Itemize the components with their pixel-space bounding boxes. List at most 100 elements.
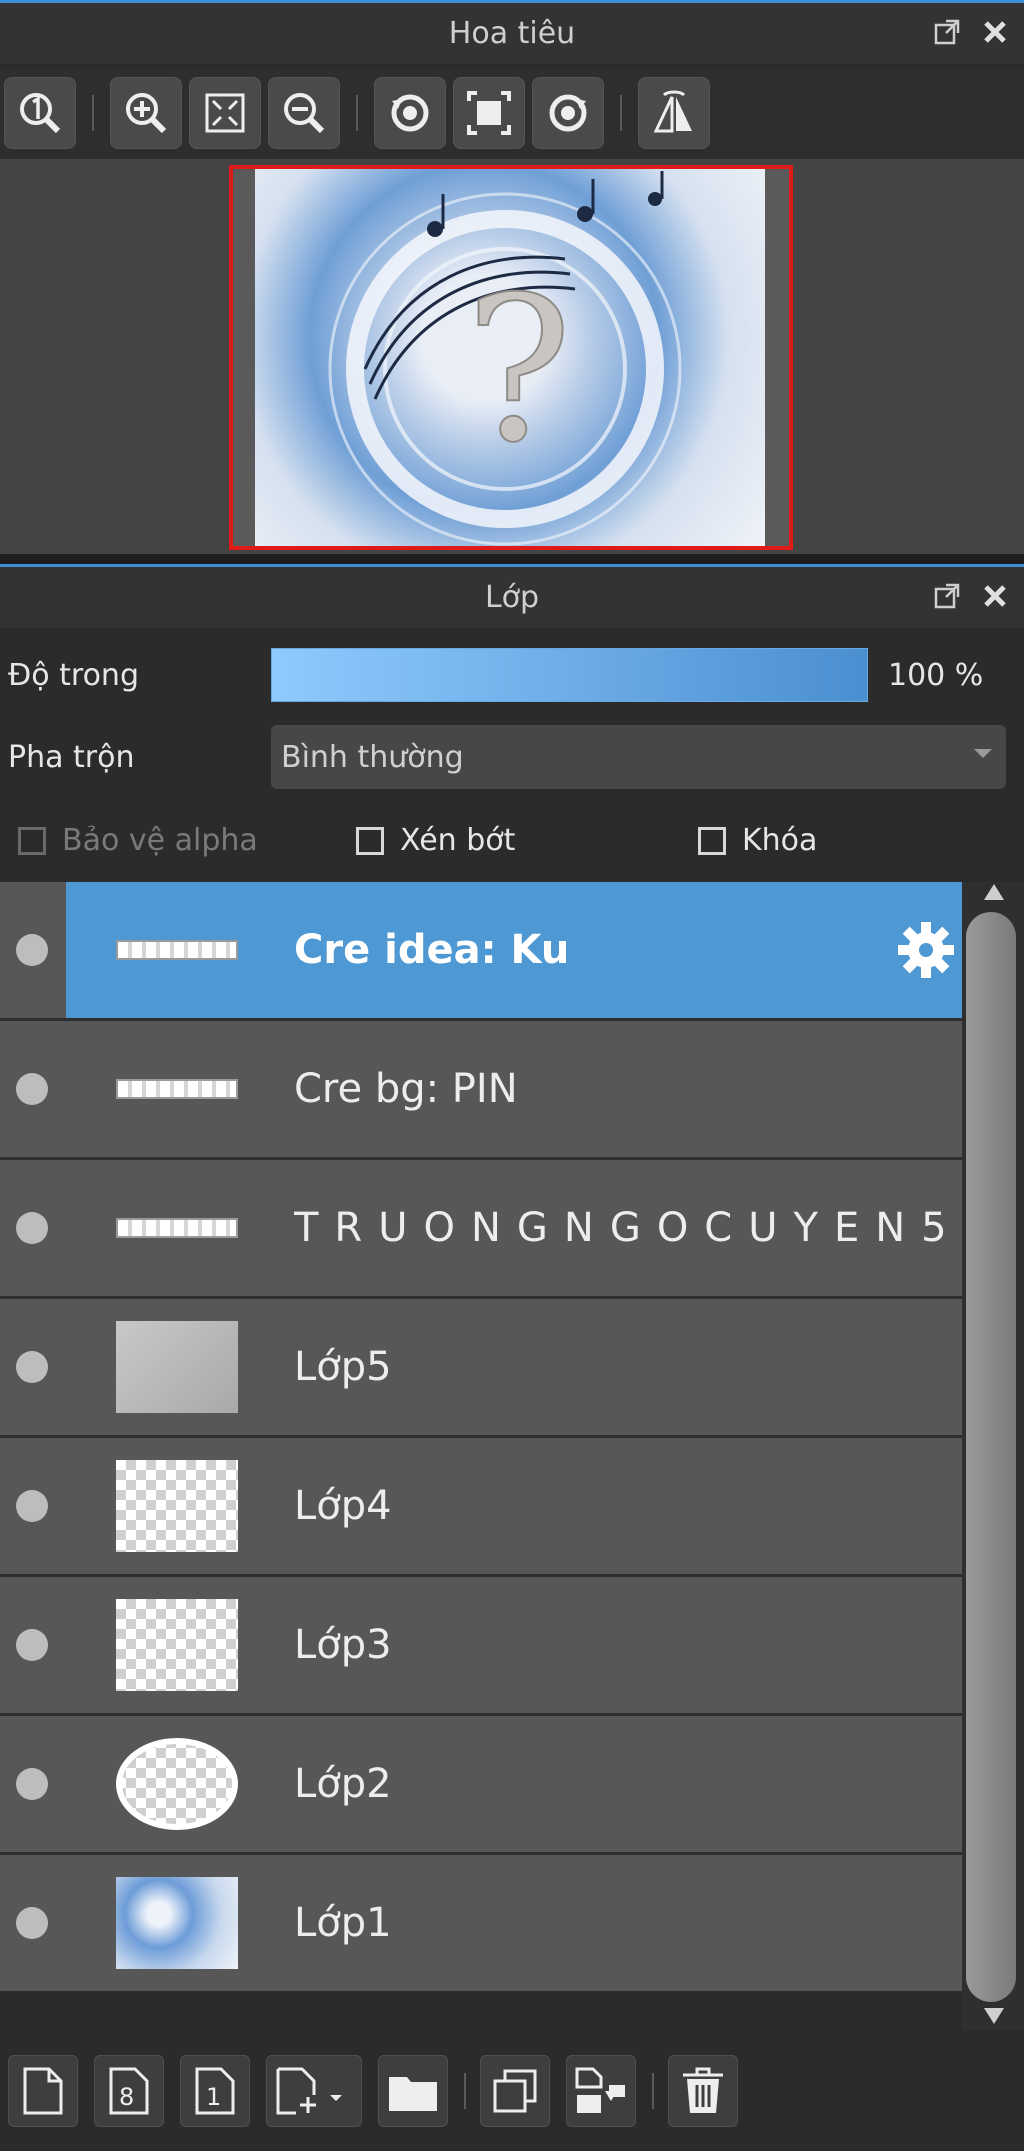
zoom-100-icon <box>20 93 61 134</box>
checkbox-box <box>18 826 46 855</box>
visibility-toggle[interactable] <box>0 1160 66 1296</box>
rotate-right-icon <box>549 94 587 132</box>
zoom-out-icon <box>284 93 325 134</box>
merge-down-icon <box>575 2067 625 2113</box>
eye-icon <box>16 1073 48 1105</box>
visibility-toggle[interactable] <box>0 1577 66 1713</box>
add-layer-dropdown-button[interactable] <box>266 2054 362 2127</box>
toolbar-separator <box>356 95 358 131</box>
layer-row-truongngocuyen[interactable]: TRUONGNGOCUYEN50 <box>0 1160 962 1296</box>
fit-canvas-icon <box>467 91 511 135</box>
eye-icon <box>16 1907 48 1939</box>
navigator-preview-area[interactable]: ? <box>0 159 1024 554</box>
duplicate-layer-button[interactable] <box>480 2054 550 2127</box>
visibility-toggle[interactable] <box>0 1716 66 1852</box>
scroll-thumb[interactable] <box>966 912 1016 2002</box>
layer-thumbnail <box>116 1321 238 1413</box>
layer-thumbnail <box>116 1079 238 1099</box>
visibility-toggle[interactable] <box>0 1438 66 1574</box>
layer-body[interactable]: TRUONGNGOCUYEN50 <box>66 1160 962 1296</box>
zoom-in-icon <box>126 93 167 134</box>
canvas-preview-image: ? <box>255 169 765 546</box>
svg-text:1: 1 <box>206 2083 221 2111</box>
zoom-out-button[interactable] <box>268 77 340 149</box>
layer-row-cre-bg[interactable]: Cre bg: PIN <box>0 1021 962 1157</box>
fit-screen-button[interactable] <box>189 77 261 149</box>
layer-thumbnail <box>116 1738 238 1830</box>
clip-checkbox[interactable]: Xén bớt <box>356 823 515 858</box>
checkbox-box <box>356 826 384 855</box>
delete-layer-button[interactable] <box>668 2054 738 2127</box>
layer-row-lop3[interactable]: Lớp3 <box>0 1577 962 1713</box>
panel-divider[interactable] <box>0 554 1024 564</box>
layer-list-scrollbar[interactable] <box>962 882 1024 2030</box>
layer-body[interactable]: Lớp2 <box>66 1716 962 1852</box>
protect-alpha-checkbox[interactable]: Bảo vệ alpha <box>18 823 258 858</box>
layer-thumbnail <box>116 1460 238 1552</box>
gear-icon[interactable] <box>894 918 958 982</box>
layer-name: Lớp4 <box>294 1483 392 1529</box>
layer-body[interactable]: Lớp3 <box>66 1577 962 1713</box>
toolbar-separator <box>92 95 94 131</box>
svg-text:8: 8 <box>119 2083 134 2111</box>
lock-checkbox[interactable]: Khóa <box>698 823 817 858</box>
layer-row-lop5[interactable]: Lớp5 <box>0 1299 962 1435</box>
blend-mode-select[interactable]: Bình thường <box>271 725 1006 789</box>
zoom-in-button[interactable] <box>110 77 182 149</box>
blend-label: Pha trộn <box>8 739 135 775</box>
new-1bit-layer-icon: 1 <box>195 2067 235 2114</box>
eye-icon <box>16 1629 48 1661</box>
svg-text:?: ? <box>465 254 572 487</box>
layer-row-cre-idea[interactable]: Cre idea: Ku <box>0 882 962 1018</box>
new-folder-button[interactable] <box>378 2054 448 2127</box>
rotate-left-button[interactable] <box>374 77 446 149</box>
popout-icon[interactable] <box>930 579 964 613</box>
duplicate-layer-icon <box>493 2069 537 2112</box>
flip-button[interactable] <box>638 77 710 149</box>
scroll-up-icon[interactable] <box>984 884 1004 900</box>
visibility-toggle[interactable] <box>0 1021 66 1157</box>
layer-row-lop4[interactable]: Lớp4 <box>0 1438 962 1574</box>
zoom-100-button[interactable] <box>4 77 76 149</box>
layer-row-lop2[interactable]: Lớp2 <box>0 1716 962 1852</box>
layer-name: Lớp5 <box>294 1344 392 1390</box>
layer-name: TRUONGNGOCUYEN50 <box>294 1205 962 1251</box>
visibility-toggle[interactable] <box>0 1299 66 1435</box>
toolbar-separator <box>620 95 622 131</box>
navigator-toolbar <box>0 67 1024 159</box>
visibility-toggle[interactable] <box>0 1855 66 1991</box>
checkbox-box <box>698 826 726 855</box>
layer-body[interactable]: Cre bg: PIN <box>66 1021 962 1157</box>
close-icon[interactable] <box>978 579 1012 613</box>
new-layer-button[interactable] <box>8 2054 78 2127</box>
new-8bit-layer-icon: 8 <box>109 2067 149 2114</box>
layer-name: Lớp2 <box>294 1761 392 1807</box>
visibility-toggle[interactable] <box>0 882 66 1018</box>
layer-panel-title: Lớp <box>484 580 540 615</box>
layer-body[interactable]: Lớp1 <box>66 1855 962 1991</box>
layer-row-lop1[interactable]: Lớp1 <box>0 1855 962 1991</box>
layer-options-row: Bảo vệ alpha Xén bớt Khóa <box>0 805 1024 875</box>
layer-thumbnail <box>116 1877 238 1969</box>
layer-list: Cre idea: Ku Cre bg: PIN TRUONGNGOCUYEN5… <box>0 882 962 1991</box>
blend-row: Pha trộn Bình thường <box>0 722 1024 792</box>
layer-body[interactable]: Lớp5 <box>66 1299 962 1435</box>
new-1bit-layer-button[interactable]: 1 <box>180 2054 250 2127</box>
new-8bit-layer-button[interactable]: 8 <box>94 2054 164 2127</box>
chevron-down-icon <box>974 749 992 758</box>
rotate-right-button[interactable] <box>532 77 604 149</box>
scroll-down-icon[interactable] <box>984 2008 1004 2024</box>
layer-body[interactable]: Cre idea: Ku <box>66 882 962 1018</box>
layer-body[interactable]: Lớp4 <box>66 1438 962 1574</box>
layer-panel-header: Lớp <box>0 564 1024 628</box>
rotate-left-icon <box>391 94 429 132</box>
navigator-viewport-frame[interactable]: ? <box>229 165 793 550</box>
eye-icon <box>16 934 48 966</box>
popout-icon[interactable] <box>930 15 964 49</box>
delete-layer-icon <box>683 2067 723 2113</box>
opacity-slider[interactable] <box>271 648 868 702</box>
fit-canvas-button[interactable] <box>453 77 525 149</box>
merge-down-button[interactable] <box>566 2054 636 2127</box>
toolbar-separator <box>464 2072 466 2109</box>
close-icon[interactable] <box>978 15 1012 49</box>
